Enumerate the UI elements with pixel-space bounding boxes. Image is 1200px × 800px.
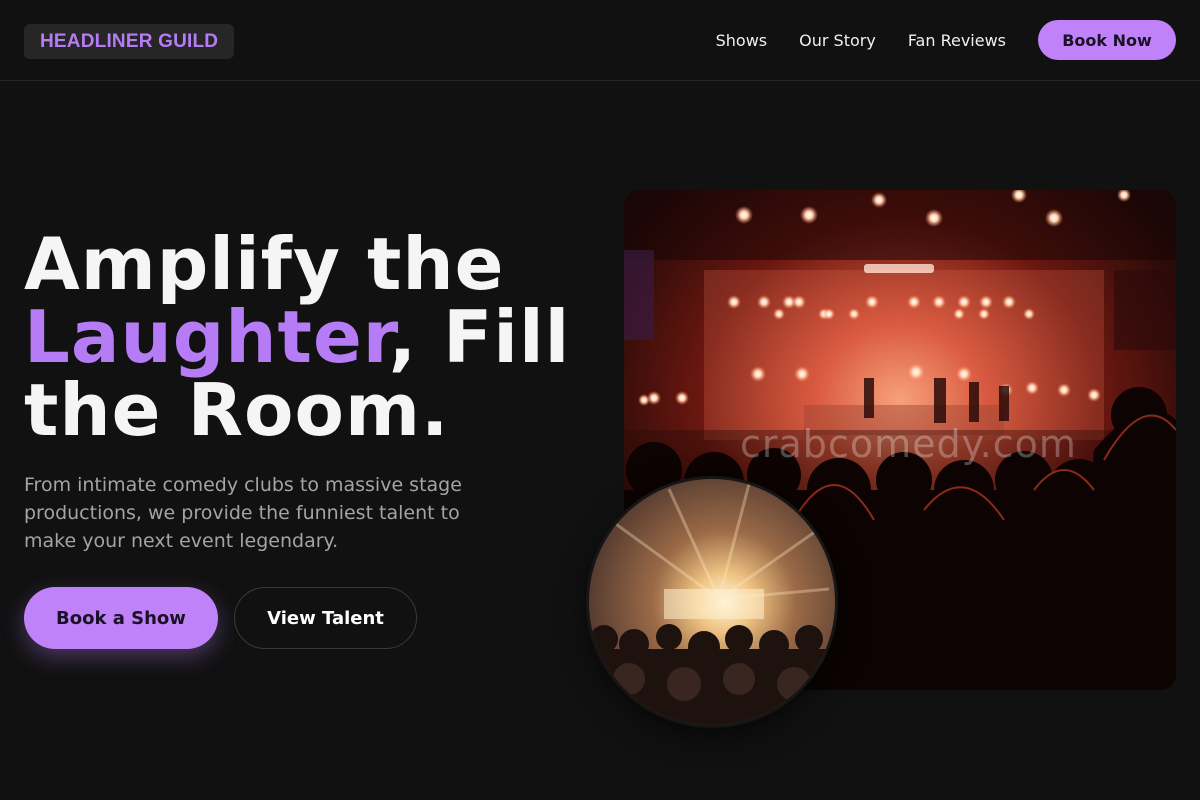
nav-links: Shows Our Story Fan Reviews Book Now xyxy=(716,20,1176,60)
book-show-button[interactable]: Book a Show xyxy=(24,587,218,649)
headline-accent: Laughter xyxy=(24,295,389,379)
view-talent-button[interactable]: View Talent xyxy=(234,587,417,649)
hero-headline: Amplify the Laughter, Fill the Room. xyxy=(24,228,604,447)
nav-link-shows[interactable]: Shows xyxy=(716,31,768,50)
festival-lights-illustration xyxy=(589,479,835,725)
brand-logo[interactable]: HEADLINER GUILD xyxy=(24,24,235,59)
nav-link-our-story[interactable]: Our Story xyxy=(799,31,876,50)
headline-part1: Amplify the xyxy=(24,222,505,306)
nav-link-fan-reviews[interactable]: Fan Reviews xyxy=(908,31,1006,50)
book-now-button[interactable]: Book Now xyxy=(1038,20,1176,60)
festival-crowd-photo xyxy=(586,476,838,728)
top-nav: HEADLINER GUILD Shows Our Story Fan Revi… xyxy=(0,0,1200,81)
hero-subtext: From intimate comedy clubs to massive st… xyxy=(24,474,462,552)
